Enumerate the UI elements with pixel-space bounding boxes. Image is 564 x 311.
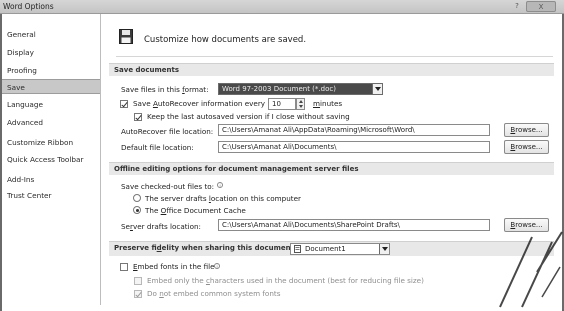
info-icon: i [217,182,223,188]
radio-office-document-cache[interactable] [133,206,141,214]
nav-item-general[interactable]: General [2,27,100,42]
nav-item-quick-access-toolbar[interactable]: Quick Access Toolbar [2,152,100,167]
title-bar: Word Options ? X [0,0,564,14]
chevron-down-icon[interactable] [372,84,382,94]
autorecover-location-input[interactable]: C:\Users\Amanat Ali\AppData\Roaming\Micr… [218,124,490,136]
document-icon [294,245,301,253]
office-cache-option-label: The Office Document Cache [145,206,246,215]
embed-fonts-label: Embed fonts in the file [133,262,215,271]
do-not-embed-common-fonts-label: Do not embed common system fonts [147,289,281,298]
nav-item-save[interactable]: Save [2,79,100,94]
page-heading: Customize how documents are saved. [144,35,307,45]
heading-divider [116,56,553,57]
autorecover-minutes-input[interactable]: 10 [268,98,296,110]
default-location-input[interactable]: C:\Users\Amanat Ali\Documents\ [218,141,490,153]
nav-item-add-ins[interactable]: Add-Ins [2,172,100,187]
embed-fonts-checkbox[interactable] [120,263,128,271]
checked-out-label: Save checked-out files to: [121,182,215,191]
nav-item-customize-ribbon[interactable]: Customize Ribbon [2,135,100,150]
browse-autorecover-button[interactable]: Browse... [504,123,549,137]
nav-item-proofing[interactable]: Proofing [2,63,100,78]
nav-item-advanced[interactable]: Advanced [2,115,100,130]
embed-only-used-characters-checkbox[interactable] [134,277,142,285]
floppy-disk-icon [119,29,133,44]
server-drafts-location-input[interactable]: C:\Users\Amanat Ali\Documents\SharePoint… [218,219,490,231]
browse-default-button[interactable]: Browse... [504,140,549,154]
format-select[interactable]: Word 97-2003 Document (*.doc) [218,83,383,95]
window-title: Word Options [3,2,54,11]
chevron-down-icon[interactable] [379,244,389,254]
default-location-label: Default file location: [121,143,194,152]
format-select-value: Word 97-2003 Document (*.doc) [222,85,336,93]
fidelity-document-select[interactable]: Document1 [290,243,390,255]
fidelity-document-value: Document1 [305,245,346,253]
keep-last-autosaved-label: Keep the last autosaved version if I clo… [147,112,350,121]
minutes-label: minutes [313,99,343,108]
section-save-documents: Save documents [109,63,554,76]
keep-last-autosaved-checkbox[interactable] [134,113,142,121]
autorecover-checkbox[interactable] [120,100,128,108]
section-offline-editing: Offline editing options for document man… [109,162,554,175]
close-button[interactable]: X [526,1,556,12]
server-drafts-location-label: Server drafts location: [121,222,201,231]
nav-item-trust-center[interactable]: Trust Center [2,188,100,203]
do-not-embed-common-fonts-checkbox[interactable] [134,290,142,298]
help-button[interactable]: ? [509,1,525,12]
autorecover-label: Save AutoRecover information every [133,99,266,108]
nav-item-display[interactable]: Display [2,45,100,60]
radio-server-drafts[interactable] [133,194,141,202]
minutes-spinner[interactable] [296,98,305,110]
save-options-panel: Customize how documents are saved. Save … [104,14,559,305]
watermark-graphic [499,231,563,308]
autorecover-location-label: AutoRecover file location: [121,127,214,136]
format-label: Save files in this format: [121,85,209,94]
info-icon: i [214,263,220,269]
embed-only-used-characters-label: Embed only the characters used in the do… [147,276,424,285]
server-drafts-option-label: The server drafts location on this compu… [145,194,301,203]
options-navigation: General Display Proofing Save Language A… [2,14,101,305]
nav-item-language[interactable]: Language [2,97,100,112]
